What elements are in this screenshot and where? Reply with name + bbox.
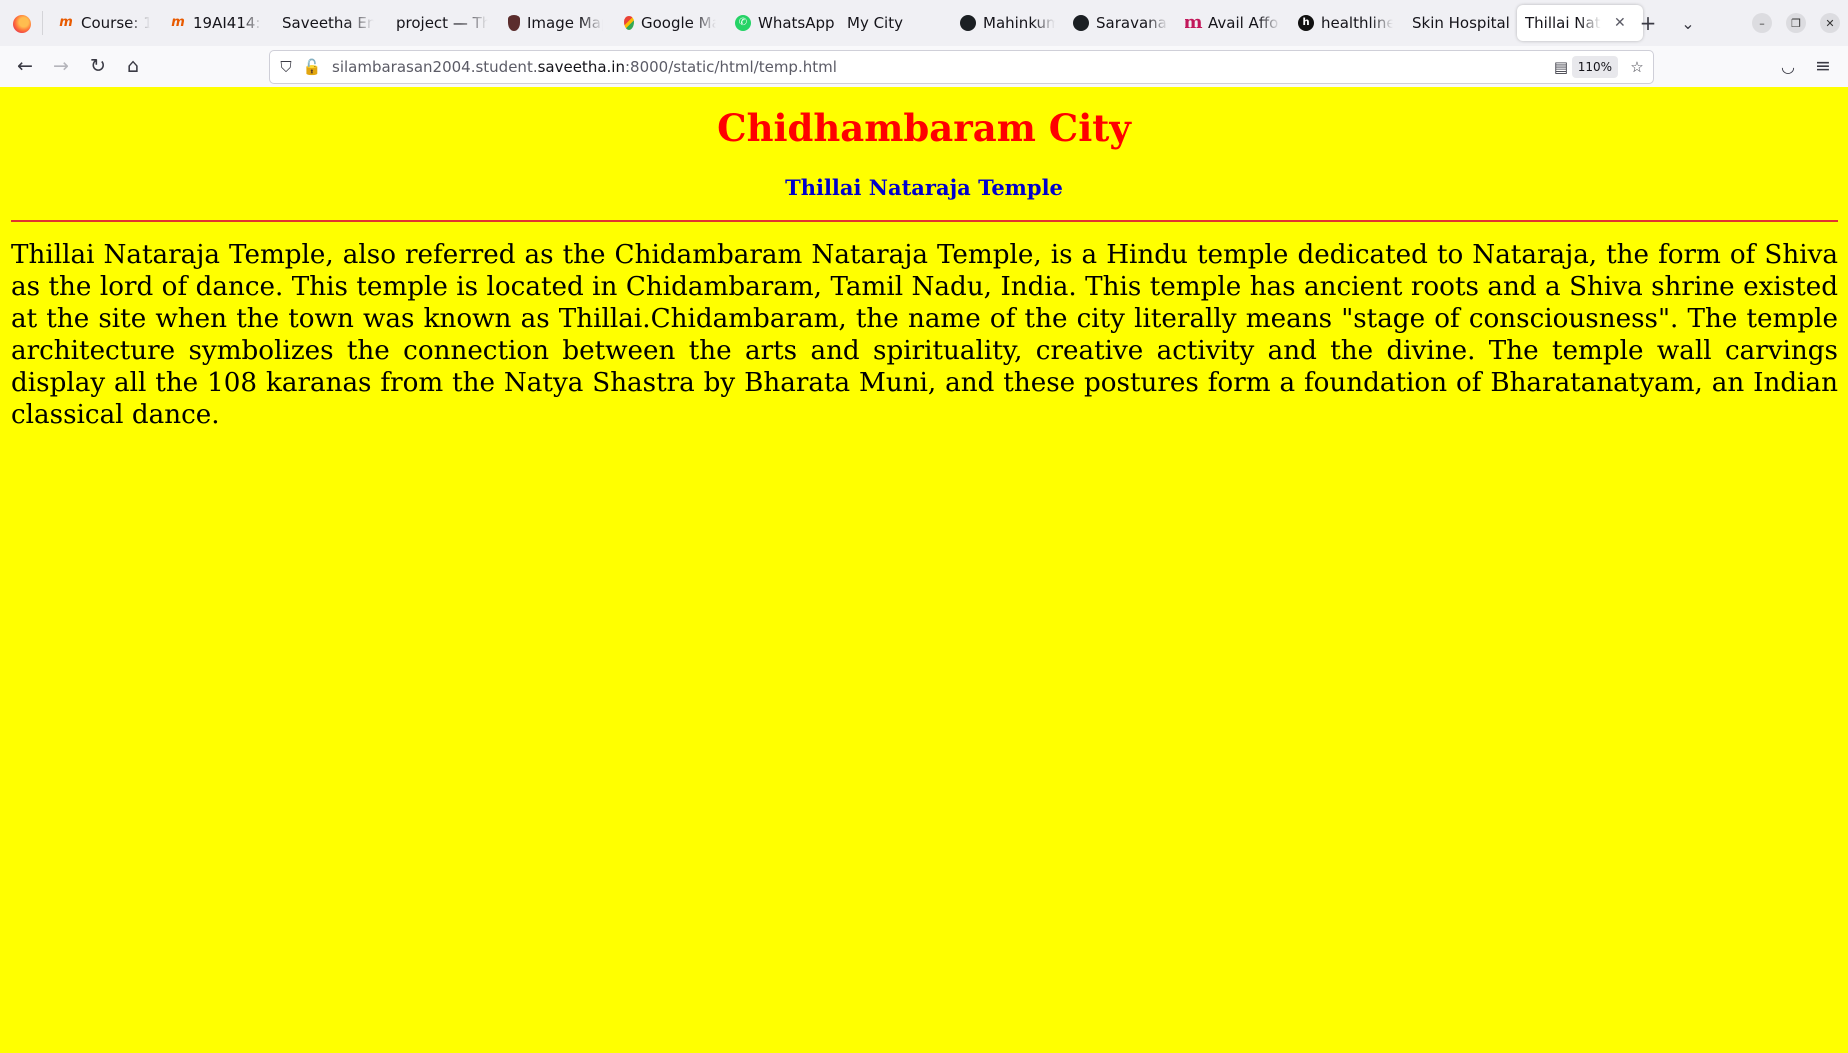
browser-chrome: m Course: 19 m 19AI414: E Saveetha Eng p… bbox=[0, 0, 1848, 88]
divider bbox=[42, 11, 43, 35]
chevron-down-icon[interactable]: ⌄ bbox=[1675, 10, 1701, 36]
whatsapp-icon: ✆ bbox=[735, 15, 751, 31]
home-icon[interactable]: ⌂ bbox=[119, 52, 147, 80]
bookmark-star-icon[interactable]: ☆ bbox=[1627, 57, 1647, 77]
tab-project[interactable]: project — The bbox=[396, 5, 488, 41]
forward-icon[interactable]: → bbox=[47, 52, 75, 80]
pocket-icon[interactable]: ◡ bbox=[1774, 52, 1802, 80]
close-window-icon[interactable]: ✕ bbox=[1820, 13, 1840, 33]
reload-icon[interactable]: ↻ bbox=[84, 52, 112, 80]
zoom-level-badge[interactable]: 110% bbox=[1571, 56, 1618, 78]
page-content: Chidhambaram City Thillai Nataraja Templ… bbox=[0, 87, 1848, 1053]
tab-healthline[interactable]: h healthline. bbox=[1298, 5, 1393, 41]
github-icon bbox=[960, 15, 976, 31]
temple-description: Thillai Nataraja Temple, also referred a… bbox=[11, 240, 1838, 430]
healthline-icon: h bbox=[1298, 15, 1314, 31]
close-icon[interactable]: ✕ bbox=[1614, 15, 1626, 31]
tab-bar: m Course: 19 m 19AI414: E Saveetha Eng p… bbox=[0, 0, 1848, 46]
tab-saravana[interactable]: Saravana-k bbox=[1073, 5, 1168, 41]
github-icon bbox=[1073, 15, 1089, 31]
page-title: Chidhambaram City bbox=[717, 106, 1131, 150]
tab-image-map[interactable]: Image Map bbox=[508, 5, 603, 41]
tracking-shield-icon[interactable]: ⛉ bbox=[276, 57, 296, 77]
page-subtitle: Thillai Nataraja Temple bbox=[785, 175, 1063, 200]
tab-mahinkum[interactable]: Mahinkum bbox=[960, 5, 1055, 41]
tab-my-city[interactable]: My City bbox=[847, 5, 927, 41]
moodle-icon: m bbox=[171, 15, 185, 30]
m-logo-icon: m bbox=[1185, 12, 1203, 33]
tab-19ai414[interactable]: m 19AI414: E bbox=[170, 5, 262, 41]
tab-thillai-active[interactable]: Thillai Nata ✕ bbox=[1517, 5, 1643, 41]
reader-view-icon[interactable]: ▤ bbox=[1551, 57, 1571, 77]
menu-icon[interactable]: ≡ bbox=[1809, 52, 1837, 80]
moodle-icon: m bbox=[59, 15, 73, 30]
restore-icon[interactable]: ❐ bbox=[1786, 13, 1806, 33]
tab-course[interactable]: m Course: 19 bbox=[58, 5, 150, 41]
tab-saveetha[interactable]: Saveetha Eng bbox=[282, 5, 374, 41]
navigation-bar: ← → ↻ ⌂ ⛉ 🔓 silambarasan2004.student.sav… bbox=[0, 46, 1848, 88]
tab-whatsapp[interactable]: ✆ WhatsApp bbox=[735, 5, 835, 41]
back-icon[interactable]: ← bbox=[11, 52, 39, 80]
maps-pin-icon bbox=[624, 16, 634, 30]
tab-google-maps[interactable]: Google Ma bbox=[624, 5, 716, 41]
new-tab-icon[interactable]: + bbox=[1635, 10, 1661, 36]
minimize-icon[interactable]: – bbox=[1752, 13, 1772, 33]
url-bar[interactable]: ⛉ 🔓 silambarasan2004.student.saveetha.in… bbox=[269, 50, 1654, 84]
firefox-icon[interactable] bbox=[13, 15, 31, 33]
horizontal-rule bbox=[11, 220, 1838, 222]
insecure-lock-icon[interactable]: 🔓 bbox=[302, 57, 322, 77]
tab-skin-hospital[interactable]: Skin Hospital bbox=[1412, 5, 1517, 41]
shield-icon bbox=[508, 15, 520, 31]
url-text[interactable]: silambarasan2004.student.saveetha.in:800… bbox=[332, 51, 837, 83]
tab-avail[interactable]: m Avail Affor bbox=[1185, 5, 1280, 41]
